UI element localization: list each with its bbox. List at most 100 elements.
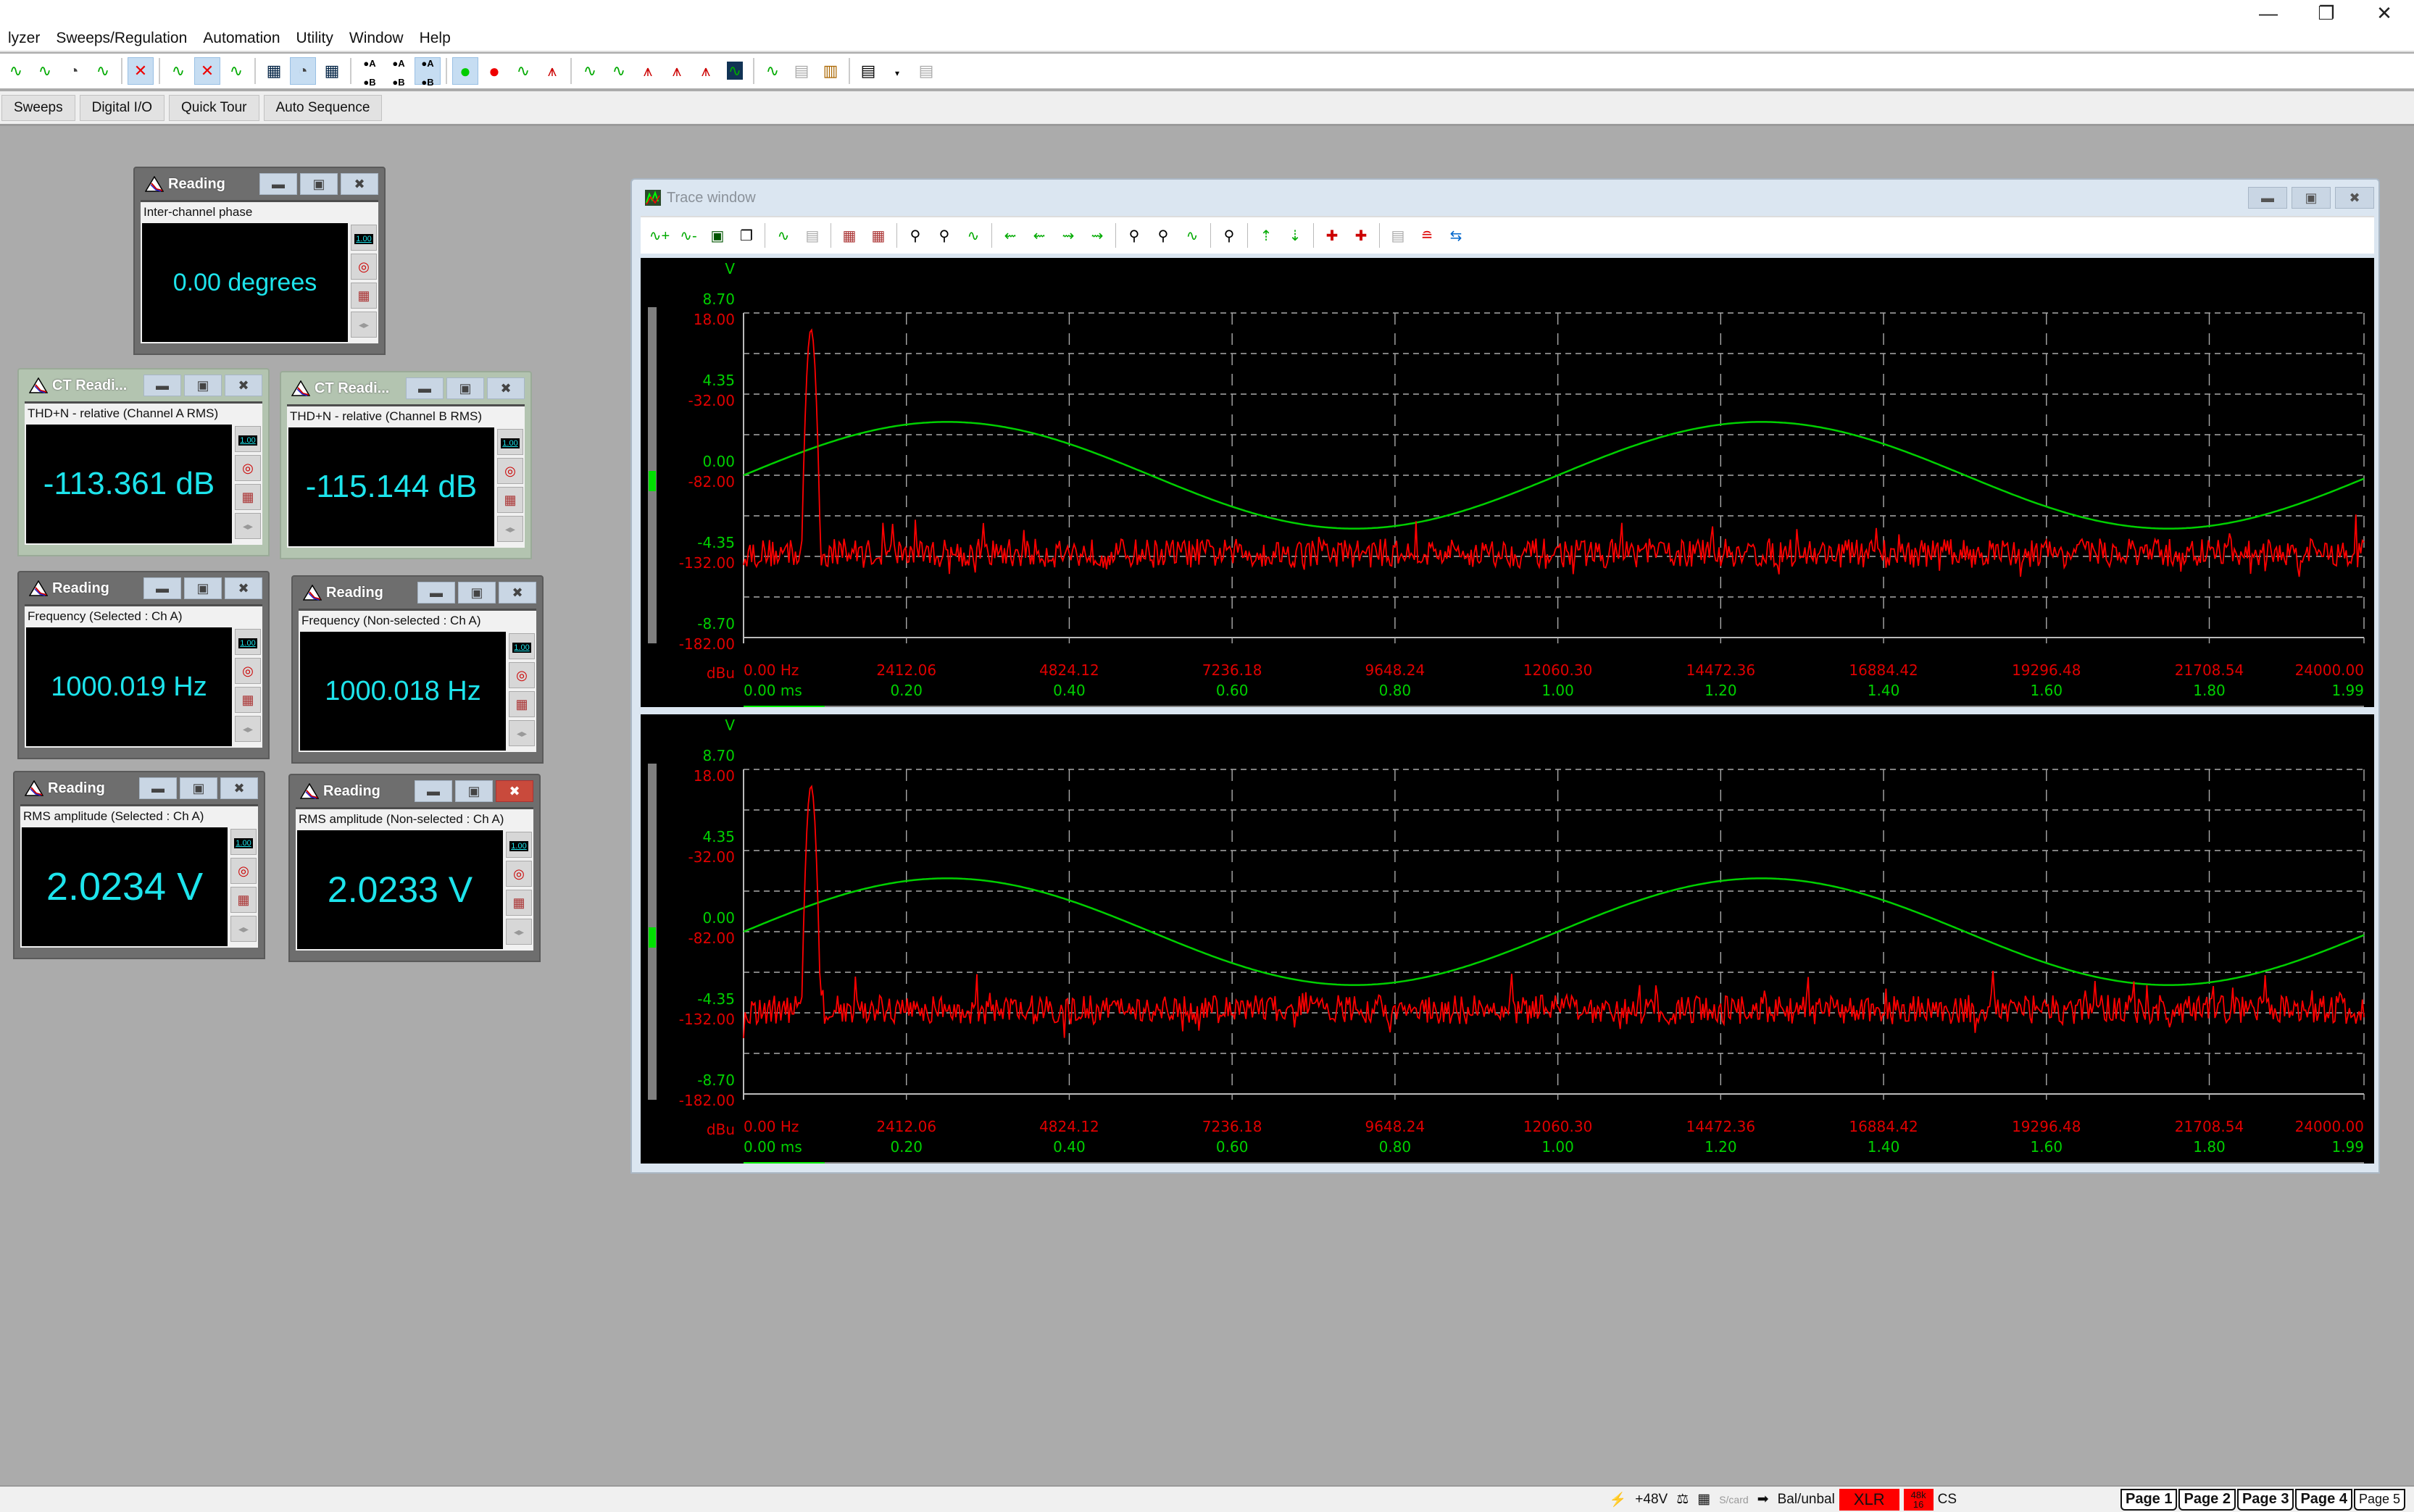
units-button[interactable]: 1.00 bbox=[506, 832, 532, 858]
menu-automation[interactable]: Automation bbox=[195, 30, 288, 47]
table-edit-button[interactable]: ▦ bbox=[509, 691, 535, 717]
meter-route-icon[interactable]: ⚖ bbox=[1676, 1491, 1689, 1508]
cursor-link-button[interactable]: ⇆ bbox=[1444, 223, 1468, 248]
sum-sine-button[interactable]: ∿ bbox=[510, 57, 536, 85]
reading-close-button[interactable]: ✖ bbox=[225, 577, 262, 599]
reading-minimize-button[interactable]: ▬ bbox=[415, 780, 452, 802]
cursor-up-button[interactable]: ⇡ bbox=[1254, 223, 1278, 248]
fit-trace-button[interactable]: ∿ bbox=[961, 223, 986, 248]
reading-minimize-button[interactable]: ▬ bbox=[406, 377, 444, 399]
menu-help[interactable]: Help bbox=[412, 30, 459, 47]
reading-close-button[interactable]: ✖ bbox=[496, 780, 533, 802]
add-trace-button[interactable]: ∿+ bbox=[647, 223, 672, 248]
numeric-table-button[interactable]: ▦ bbox=[866, 223, 891, 248]
table-edit-button[interactable]: ▦ bbox=[235, 484, 261, 510]
multitone-in-button[interactable]: ∿ bbox=[90, 57, 116, 85]
connector-status[interactable]: XLR bbox=[1839, 1488, 1899, 1511]
units-button[interactable]: 1.00 bbox=[230, 829, 257, 855]
table-edit-button[interactable]: ▦ bbox=[497, 487, 523, 513]
arrows-button[interactable]: ◂▸ bbox=[230, 916, 257, 942]
run-green-button[interactable]: ● bbox=[452, 57, 478, 85]
tab-quick-tour[interactable]: Quick Tour bbox=[169, 94, 259, 121]
reading-close-button[interactable]: ✖ bbox=[225, 375, 262, 396]
gen-off-button[interactable]: ✕ bbox=[128, 57, 154, 85]
stop-red-button[interactable]: ● bbox=[481, 57, 507, 85]
scroll-left-button[interactable]: ⇜ bbox=[998, 223, 1023, 248]
channel-a-b-alt-button[interactable]: ●A ●B bbox=[386, 57, 412, 87]
sweep-disabled-button[interactable]: ▤ bbox=[1386, 223, 1410, 248]
scroll-left-fast-button[interactable]: ⇜ bbox=[1027, 223, 1052, 248]
units-button[interactable]: 1.00 bbox=[497, 429, 523, 455]
probe-button[interactable]: ◎ bbox=[506, 861, 532, 887]
trace-plot-1[interactable]: V 8.70 4.35 0.00 -4.35 -8.70 18.00 -32.00 -82.00… bbox=[641, 258, 2374, 707]
reading-title-bar[interactable]: CT Readi... ▬ ▣ ✖ bbox=[287, 372, 525, 404]
limit-lines-button[interactable]: ≘ bbox=[1415, 223, 1439, 248]
channel-a-b-button[interactable]: ●A ●B bbox=[357, 57, 383, 87]
reading-title-bar[interactable]: Reading ▬ ▣ ✖ bbox=[299, 577, 536, 609]
reading-title-bar[interactable]: Reading ▬ ▣ ✖ bbox=[25, 572, 262, 604]
page-tab-4[interactable]: Page 4 bbox=[2295, 1488, 2352, 1511]
probe-button[interactable]: ◎ bbox=[509, 662, 535, 688]
trace-minimize-button[interactable]: ▬ bbox=[2248, 187, 2287, 209]
edit-table-button[interactable]: ▦ bbox=[837, 223, 862, 248]
units-button[interactable]: 1.00 bbox=[235, 426, 261, 452]
reading-minimize-button[interactable]: ▬ bbox=[143, 375, 181, 396]
report-button[interactable]: ▥ bbox=[817, 57, 844, 85]
fft-trace-button[interactable]: ⩚ bbox=[635, 57, 661, 85]
print-disabled-button[interactable]: ▤ bbox=[913, 57, 939, 85]
print-setup-button[interactable]: ▤ bbox=[800, 223, 825, 248]
menu-lyzer[interactable]: lyzer bbox=[0, 30, 48, 47]
units-button[interactable]: 1.00 bbox=[235, 629, 261, 655]
gen-mute-button[interactable]: ✕ bbox=[194, 57, 220, 85]
reading-minimize-button[interactable]: ▬ bbox=[139, 777, 177, 799]
cursor-down-button[interactable]: ⇣ bbox=[1283, 223, 1307, 248]
display-route-icon[interactable]: ▦ bbox=[1697, 1491, 1710, 1508]
zoom-out-y-button[interactable]: ⚲ bbox=[1151, 223, 1175, 248]
impulse-x-button[interactable]: ⩚ bbox=[693, 57, 719, 85]
reading-maximize-button[interactable]: ▣ bbox=[184, 375, 222, 396]
menu-window[interactable]: Window bbox=[341, 30, 412, 47]
arrows-button[interactable]: ◂▸ bbox=[351, 312, 377, 338]
page-tab-2[interactable]: Page 2 bbox=[2178, 1488, 2236, 1511]
menu-sweeps-regulation[interactable]: Sweeps/Regulation bbox=[48, 30, 195, 47]
trace-plot-2[interactable]: V 8.70 4.35 0.00 -4.35 -8.70 18.00 -32.00 -82.00… bbox=[641, 714, 2374, 1164]
sine-out-disabled-button[interactable]: ∿ bbox=[223, 57, 249, 85]
reading-minimize-button[interactable]: ▬ bbox=[417, 582, 455, 603]
table-edit-button[interactable]: ▦ bbox=[230, 887, 257, 913]
dropdown-button[interactable]: ▾ bbox=[884, 57, 910, 85]
reading-close-button[interactable]: ✖ bbox=[220, 777, 258, 799]
sine-in-button[interactable]: ∿ bbox=[3, 57, 29, 85]
save-trace-button[interactable]: ▣ bbox=[705, 223, 730, 248]
tab-auto-sequence[interactable]: Auto Sequence bbox=[263, 94, 383, 121]
menu-utility[interactable]: Utility bbox=[288, 30, 341, 47]
page-tab-1[interactable]: Page 1 bbox=[2120, 1488, 2178, 1511]
page-tab-3[interactable]: Page 3 bbox=[2236, 1488, 2294, 1511]
reading-title-bar[interactable]: CT Readi... ▬ ▣ ✖ bbox=[25, 369, 262, 401]
units-button[interactable]: 1.00 bbox=[509, 633, 535, 659]
arrows-button[interactable]: ◂▸ bbox=[509, 720, 535, 746]
sine-trace-button[interactable]: ∿ bbox=[577, 57, 603, 85]
reading-minimize-button[interactable]: ▬ bbox=[143, 577, 181, 599]
reading-maximize-button[interactable]: ▣ bbox=[458, 582, 496, 603]
export-button[interactable]: ▤ bbox=[855, 57, 881, 85]
bal-in-button[interactable]: ∿ bbox=[32, 57, 58, 85]
arrows-button[interactable]: ◂▸ bbox=[506, 919, 532, 945]
probe-button[interactable]: ◎ bbox=[235, 658, 261, 684]
arrows-button[interactable]: ◂▸ bbox=[235, 513, 261, 539]
trace-maximize-button[interactable]: ▣ bbox=[2292, 187, 2331, 209]
zoom-out-x-button[interactable]: ⚲ bbox=[932, 223, 957, 248]
sine-out-button[interactable]: ∿ bbox=[165, 57, 191, 85]
marker-button[interactable]: ✚ bbox=[1320, 223, 1344, 248]
reading-title-bar[interactable]: Reading ▬ ▣ ✖ bbox=[296, 775, 533, 807]
restore-button[interactable]: ❐ bbox=[2297, 0, 2355, 26]
reading-close-button[interactable]: ✖ bbox=[487, 377, 525, 399]
copy-button[interactable]: ❐ bbox=[734, 223, 759, 248]
reading-close-button[interactable]: ✖ bbox=[499, 582, 536, 603]
scroll-right-button[interactable]: ⇝ bbox=[1056, 223, 1081, 248]
impulse-trace-button[interactable]: ⩚ bbox=[664, 57, 690, 85]
tab-digital-i-o[interactable]: Digital I/O bbox=[79, 94, 165, 121]
probe-button[interactable]: ◎ bbox=[235, 455, 261, 481]
analyzer-display-button[interactable]: ▦ bbox=[261, 57, 287, 85]
probe-button[interactable]: ◎ bbox=[351, 254, 377, 280]
units-button[interactable]: 1.00 bbox=[351, 225, 377, 251]
